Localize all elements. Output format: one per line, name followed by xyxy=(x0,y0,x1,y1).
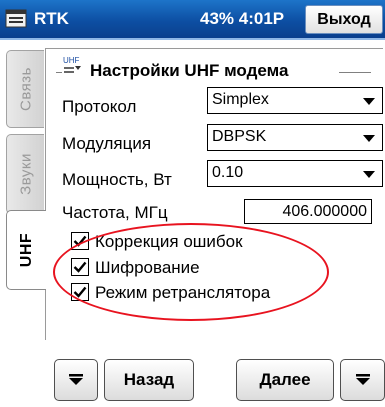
repeater-mode-label: Режим ретранслятора xyxy=(95,283,271,302)
section-title: Настройки UHF модема xyxy=(90,61,289,80)
tab-label: UHF xyxy=(17,232,35,268)
checkmark-icon xyxy=(73,261,87,273)
title-bar: RTK 43% 4:01P Выход xyxy=(0,0,385,40)
modulation-label: Модуляция xyxy=(62,134,152,153)
protocol-select[interactable]: Simplex xyxy=(207,87,383,114)
menu-right-button[interactable] xyxy=(340,359,385,401)
uhf-icon-text: UHF xyxy=(63,56,80,65)
protocol-label: Протокол xyxy=(62,97,137,116)
windows-start-icon[interactable] xyxy=(5,8,27,30)
uhf-icon: UHF xyxy=(63,56,81,73)
encryption-checkbox[interactable] xyxy=(71,258,89,276)
next-button[interactable]: Далее xyxy=(236,359,334,401)
tab-zvuki[interactable]: Звуки xyxy=(6,134,44,214)
section-divider xyxy=(339,72,371,73)
power-value: 0.10 xyxy=(212,164,244,181)
frequency-label: Частота, МГц xyxy=(62,203,168,222)
checkmark-icon xyxy=(73,286,87,298)
modulation-select[interactable]: DBPSK xyxy=(207,124,383,151)
error-correction-label: Коррекция ошибок xyxy=(95,232,243,251)
back-button[interactable]: Назад xyxy=(104,359,194,401)
power-select[interactable]: 0.10 xyxy=(207,160,383,187)
tab-label: Связь xyxy=(17,67,34,111)
checkmark-icon xyxy=(73,235,87,247)
tab-svyaz[interactable]: Связь xyxy=(6,50,44,128)
dropdown-arrow-icon xyxy=(363,98,375,105)
dropdown-arrow-icon xyxy=(363,171,375,178)
error-correction-checkbox[interactable] xyxy=(71,232,89,250)
repeater-mode-checkbox[interactable] xyxy=(71,283,89,301)
triangle-down-icon xyxy=(69,374,83,385)
triangle-down-icon xyxy=(355,374,370,385)
exit-button[interactable]: Выход xyxy=(305,5,383,34)
encryption-label: Шифрование xyxy=(95,258,200,277)
frequency-input[interactable]: 406.000000 xyxy=(244,199,372,224)
tab-uhf[interactable]: UHF xyxy=(6,210,46,290)
app-title: RTK xyxy=(34,9,69,28)
menu-left-button[interactable] xyxy=(54,359,98,401)
modulation-value: DBPSK xyxy=(212,128,267,145)
protocol-value: Simplex xyxy=(212,91,269,108)
power-label: Мощность, Вт xyxy=(62,170,172,189)
status-battery-time: 43% 4:01P xyxy=(200,9,285,28)
section-divider xyxy=(56,72,62,73)
dropdown-arrow-icon xyxy=(363,135,375,142)
tab-label: Звуки xyxy=(17,153,34,195)
